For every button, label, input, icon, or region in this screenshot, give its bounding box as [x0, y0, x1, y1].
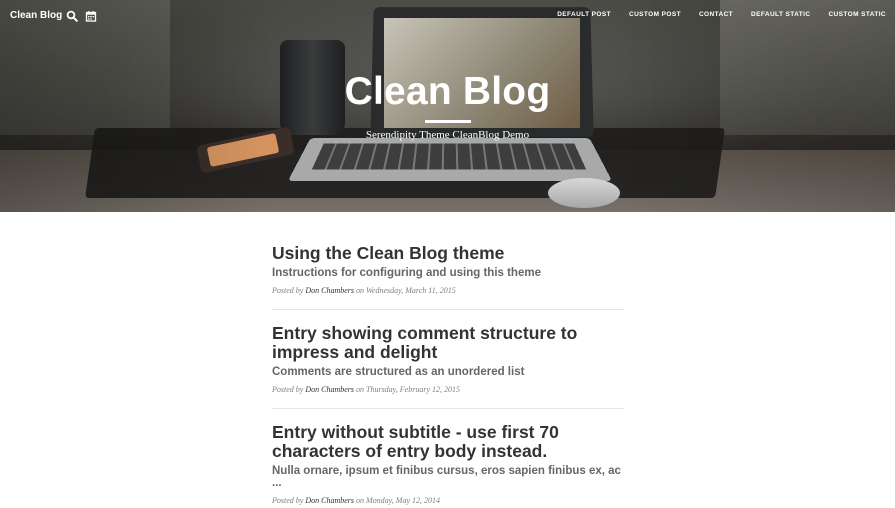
brand-link[interactable]: Clean Blog — [10, 10, 62, 21]
posted-by-label: Posted by — [272, 496, 304, 505]
post-date: Thursday, February 12, 2015 — [366, 385, 460, 394]
post-preview: Using the Clean Blog theme Instructions … — [272, 244, 624, 310]
post-subtitle[interactable]: Comments are structured as an unordered … — [272, 366, 624, 378]
nav-link-default-post[interactable]: DEFAULT POST — [548, 11, 620, 18]
calendar-icon[interactable] — [85, 9, 97, 22]
post-title-link[interactable]: Entry without subtitle - use first 70 ch… — [272, 423, 624, 461]
header-hero: Clean Blog DEFAULT POST CUSTOM POST CONT… — [0, 0, 895, 212]
posted-by-label: Posted by — [272, 385, 304, 394]
nav-link-default-static[interactable]: DEFAULT STATIC — [742, 11, 819, 18]
navbar: Clean Blog DEFAULT POST CUSTOM POST CONT… — [0, 0, 895, 30]
post-date: Wednesday, March 11, 2015 — [366, 286, 456, 295]
site-title: Clean Blog — [344, 70, 551, 113]
post-title-link[interactable]: Using the Clean Blog theme — [272, 244, 624, 263]
title-divider — [425, 120, 471, 123]
site-subtitle: Serendipity Theme CleanBlog Demo — [365, 129, 530, 141]
on-label: on — [356, 286, 364, 295]
search-icon[interactable] — [66, 9, 78, 22]
on-label: on — [356, 385, 364, 394]
posted-by-label: Posted by — [272, 286, 304, 295]
post-meta: Posted by Don Chambers on Monday, May 12… — [272, 496, 624, 505]
post-meta: Posted by Don Chambers on Wednesday, Mar… — [272, 286, 624, 295]
nav-link-custom-static[interactable]: CUSTOM STATIC — [819, 11, 895, 18]
author-link[interactable]: Don Chambers — [305, 496, 354, 505]
author-link[interactable]: Don Chambers — [305, 286, 354, 295]
post-date: Monday, May 12, 2014 — [366, 496, 440, 505]
nav-link-custom-post[interactable]: CUSTOM POST — [620, 11, 690, 18]
nav-link-contact[interactable]: CONTACT — [690, 11, 742, 18]
post-meta: Posted by Don Chambers on Thursday, Febr… — [272, 385, 624, 394]
post-subtitle[interactable]: Nulla ornare, ipsum et finibus cursus, e… — [272, 465, 624, 489]
post-preview: Entry showing comment structure to impre… — [272, 324, 624, 409]
on-label: on — [356, 496, 364, 505]
post-list: Using the Clean Blog theme Instructions … — [272, 244, 624, 508]
post-preview: Entry without subtitle - use first 70 ch… — [272, 423, 624, 508]
nav-menu: DEFAULT POST CUSTOM POST CONTACT DEFAULT… — [548, 11, 895, 18]
post-title-link[interactable]: Entry showing comment structure to impre… — [272, 324, 624, 362]
post-subtitle[interactable]: Instructions for configuring and using t… — [272, 267, 624, 279]
author-link[interactable]: Don Chambers — [305, 385, 354, 394]
